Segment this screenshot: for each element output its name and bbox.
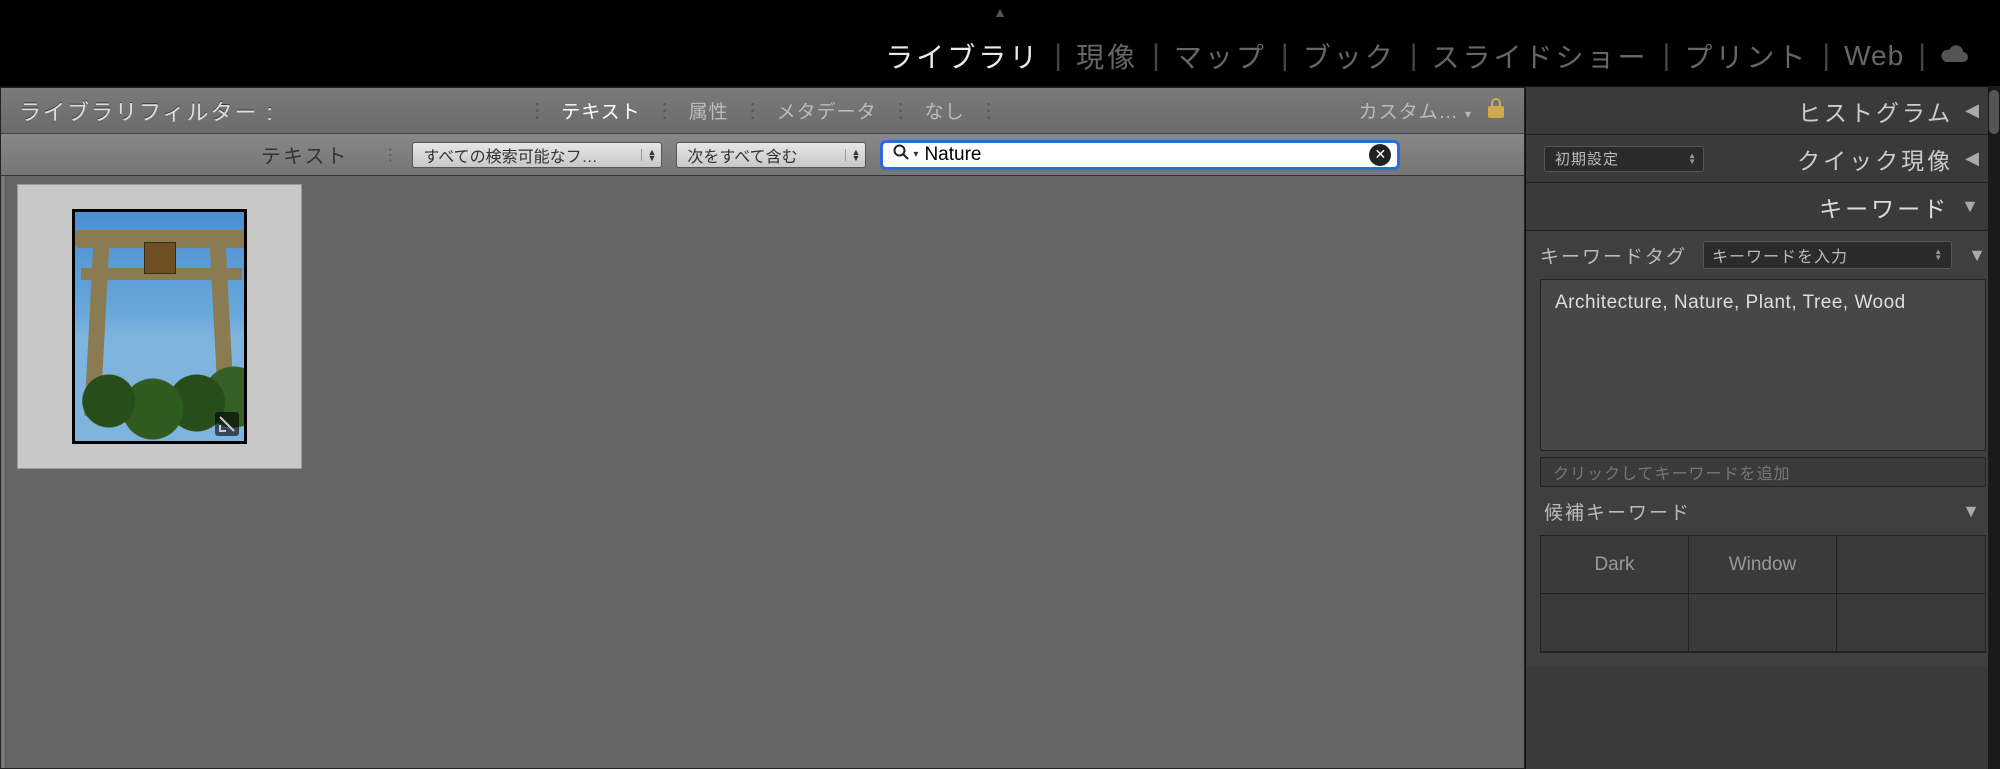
search-rule-value: 次をすべて含む [687, 143, 797, 167]
suggested-keywords-grid: Dark Window [1540, 535, 1986, 653]
suggested-keyword[interactable] [1837, 594, 1985, 652]
quick-collection-badge-icon[interactable] [214, 411, 240, 437]
keyword-label: キーワード [1819, 190, 1949, 224]
library-filter-bar: ライブラリフィルター : ⋮ テキスト ⋮ 属性 ⋮ メタデータ ⋮ なし ⋮ … [1, 88, 1524, 134]
right-scrollbar-track[interactable] [1988, 86, 2000, 769]
thumbnail-image[interactable] [72, 209, 247, 444]
expand-down-icon[interactable]: ▼ [1968, 245, 1986, 266]
thumbnail-grid[interactable] [1, 176, 1524, 768]
suggested-keyword[interactable] [1689, 594, 1837, 652]
search-rule-select[interactable]: 次をすべて含む ▲▼ [676, 142, 866, 168]
filter-tab-none[interactable]: なし [911, 97, 979, 124]
filter-preset-dropdown[interactable]: カスタム… ▾ [1359, 97, 1472, 124]
filter-separator: ⋮ [891, 98, 911, 123]
keyword-list-value: Architecture, Nature, Plant, Tree, Wood [1555, 292, 1906, 313]
module-print[interactable]: プリント [1670, 36, 1822, 76]
right-scrollbar-thumb[interactable] [1989, 90, 1999, 134]
quick-develop-label: クイック現像 [1797, 142, 1953, 176]
filter-tab-attribute[interactable]: 属性 [675, 97, 743, 124]
search-input[interactable] [924, 144, 1369, 166]
filter-bar-title: ライブラリフィルター : [19, 95, 275, 127]
clear-search-icon[interactable]: ✕ [1369, 144, 1391, 166]
module-library[interactable]: ライブラリ [871, 36, 1054, 76]
module-separator: | [1663, 39, 1671, 73]
module-separator: | [1410, 39, 1418, 73]
search-field-select[interactable]: すべての検索可能なフ… ▲▼ [412, 142, 662, 168]
module-map[interactable]: マップ [1160, 36, 1281, 76]
cloud-sync-icon[interactable] [1926, 39, 1970, 73]
module-separator: | [1918, 39, 1926, 73]
filter-tab-text[interactable]: テキスト [547, 97, 654, 124]
stepper-arrows-icon: ▲▼ [1934, 249, 1943, 261]
search-field-value: すべての検索可能なフ… [423, 143, 597, 167]
keyword-list-box[interactable]: Architecture, Nature, Plant, Tree, Wood [1540, 279, 1986, 451]
keyword-panel-header[interactable]: キーワード ▼ [1526, 183, 2000, 231]
filter-separator: ⋮ [655, 98, 675, 123]
suggested-keywords-label: 候補キーワード [1544, 498, 1691, 525]
text-filter-row: テキスト ⋮ すべての検索可能なフ… ▲▼ 次をすべて含む ▲▼ ▾ ✕ [1, 134, 1524, 176]
module-separator: | [1281, 39, 1289, 73]
filter-separator: ⋮ [743, 98, 763, 123]
center-pane: ライブラリフィルター : ⋮ テキスト ⋮ 属性 ⋮ メタデータ ⋮ なし ⋮ … [0, 87, 1525, 769]
module-book[interactable]: ブック [1289, 36, 1410, 76]
suggested-keyword[interactable]: Window [1689, 536, 1837, 594]
photo-preview [75, 212, 244, 441]
module-switcher: ライブラリ | 現像 | マップ | ブック | スライドショー | プリント … [871, 36, 1970, 76]
keyword-tag-label: キーワードタグ [1540, 242, 1687, 269]
histogram-label: ヒストグラム [1798, 94, 1953, 128]
thumbnail-cell[interactable] [17, 184, 302, 469]
module-separator: | [1152, 39, 1160, 73]
preset-value: 初期設定 [1555, 148, 1619, 169]
keyword-panel: キーワードタグ キーワードを入力 ▲▼ ▼ Architecture, Natu… [1526, 231, 2000, 667]
right-panel: ヒストグラム ◀ 初期設定 ▲▼ クイック現像 ◀ キーワード ▼ キーワードタ… [1525, 87, 2000, 769]
top-reveal-arrow[interactable]: ▲ [993, 4, 1007, 20]
search-icon[interactable] [889, 144, 913, 165]
grid-left-edge [1, 176, 5, 768]
text-filter-label: テキスト [261, 140, 348, 169]
suggested-keyword[interactable] [1541, 594, 1689, 652]
keyword-tag-mode-value: キーワードを入力 [1712, 243, 1848, 267]
suggested-keyword[interactable]: Dark [1541, 536, 1689, 594]
filter-separator: ⋮ [979, 98, 999, 123]
module-web[interactable]: Web [1830, 40, 1918, 72]
collapse-left-icon: ◀ [1965, 100, 1982, 121]
filter-tab-metadata[interactable]: メタデータ [763, 97, 891, 124]
filter-separator: ⋮ [382, 145, 398, 165]
expand-down-icon[interactable]: ▼ [1962, 501, 1982, 522]
expand-down-icon: ▼ [1961, 196, 1982, 217]
suggested-keyword[interactable] [1837, 536, 1985, 594]
quick-develop-panel-header[interactable]: 初期設定 ▲▼ クイック現像 ◀ [1526, 135, 2000, 183]
module-develop[interactable]: 現像 [1062, 36, 1152, 76]
stepper-arrows-icon: ▲▼ [845, 149, 861, 161]
collapse-left-icon: ◀ [1965, 148, 1982, 169]
keyword-add-placeholder: クリックしてキーワードを追加 [1553, 460, 1791, 484]
module-separator: | [1822, 39, 1830, 73]
filter-preset-label: カスタム… [1359, 102, 1459, 123]
search-box: ▾ ✕ [880, 140, 1400, 170]
filter-separator: ⋮ [527, 98, 547, 123]
stepper-arrows-icon: ▲▼ [641, 149, 657, 161]
module-separator: | [1054, 39, 1062, 73]
quick-develop-preset-select[interactable]: 初期設定 ▲▼ [1544, 146, 1704, 172]
histogram-panel-header[interactable]: ヒストグラム ◀ [1526, 87, 2000, 135]
search-mode-dropdown-icon[interactable]: ▾ [913, 149, 924, 160]
stepper-arrows-icon: ▲▼ [1688, 153, 1697, 165]
keyword-tag-mode-select[interactable]: キーワードを入力 ▲▼ [1703, 241, 1952, 269]
keyword-add-input[interactable]: クリックしてキーワードを追加 [1540, 457, 1986, 487]
module-slideshow[interactable]: スライドショー [1418, 36, 1663, 76]
filter-lock-icon[interactable] [1486, 97, 1506, 125]
